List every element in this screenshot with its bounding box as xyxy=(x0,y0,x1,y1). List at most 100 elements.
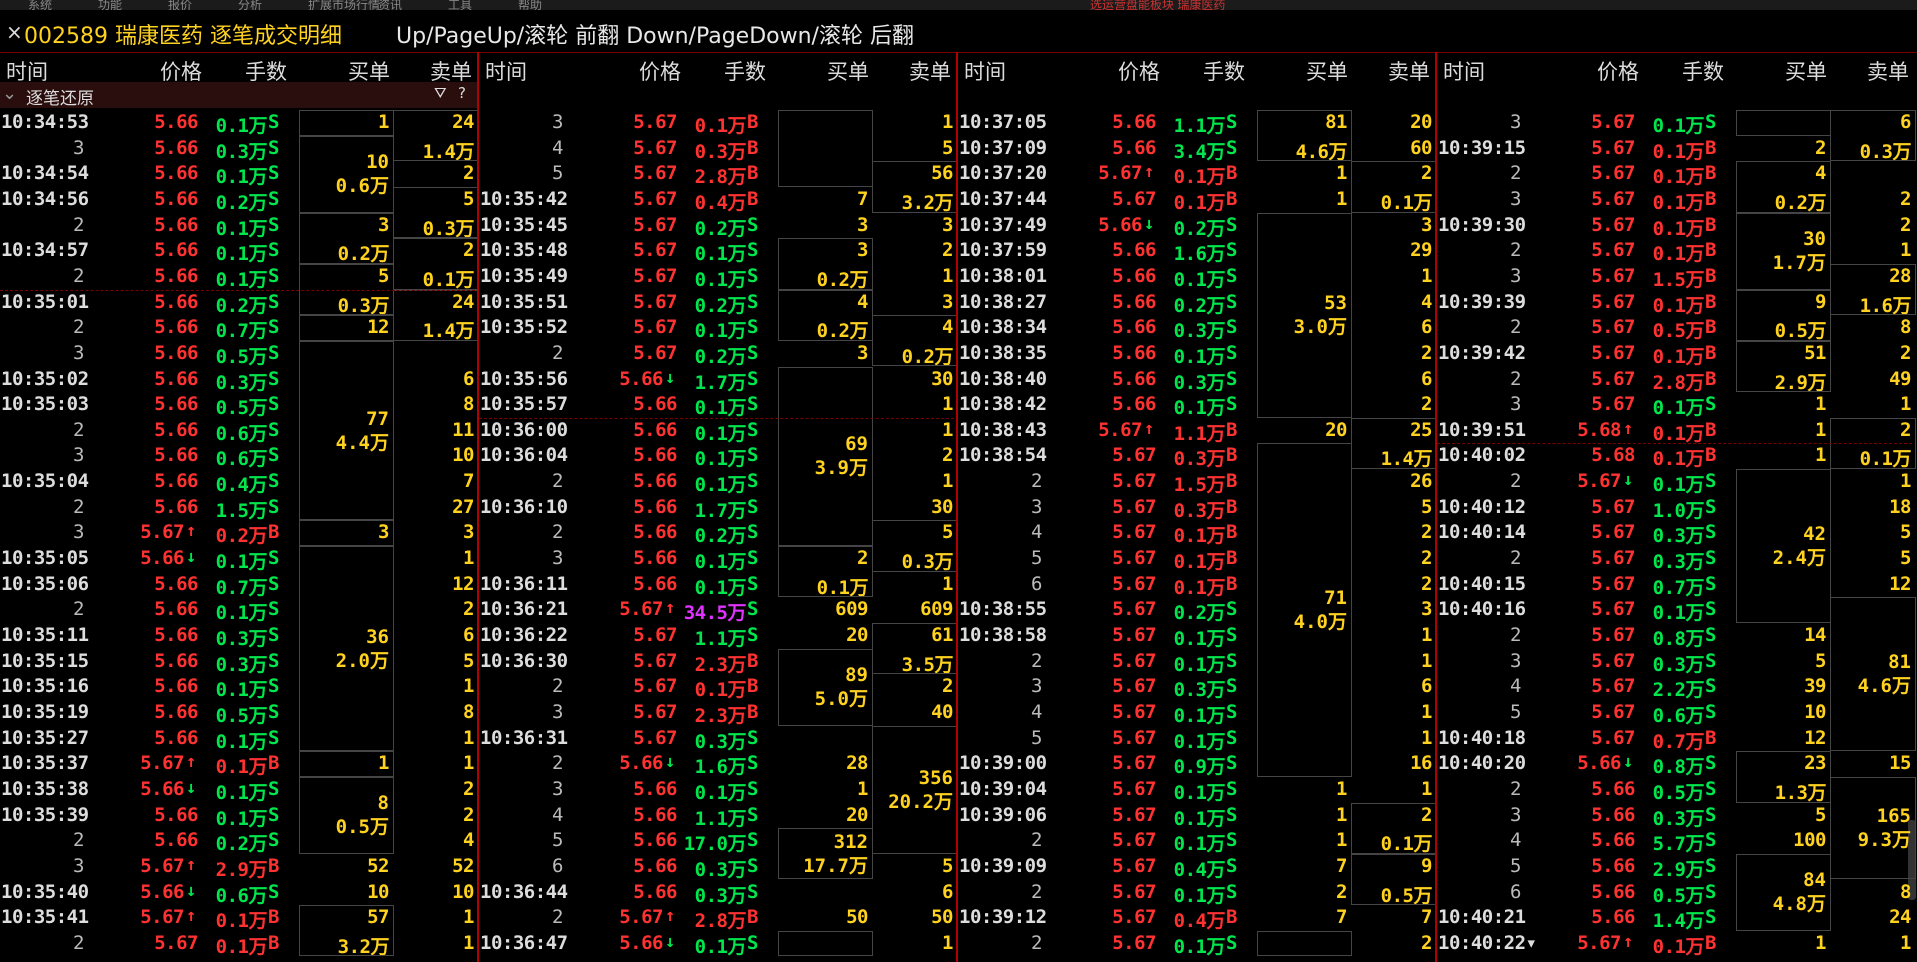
trade-row[interactable]: 5 5.67 0.1万 S 1 xyxy=(958,726,1437,753)
column-header-time[interactable]: 时间 xyxy=(6,56,48,86)
trade-row[interactable]: 6 5.67 0.1万 B 2 xyxy=(958,572,1437,599)
trade-row[interactable]: 10:35:06 5.66 0.7万 S 12 xyxy=(0,572,479,599)
menu-item[interactable]: 功能 xyxy=(98,0,122,10)
column-header-volume[interactable]: 手数 xyxy=(724,56,766,86)
column-header-buy-order[interactable]: 买单 xyxy=(348,56,390,86)
trade-row[interactable]: 10:38:40 5.66 0.3万 S 6 xyxy=(958,367,1437,394)
trade-row[interactable]: 10:35:04 5.66 0.4万 S 7 xyxy=(0,469,479,496)
collapse-chevron-icon[interactable]: ⌄ xyxy=(2,83,17,104)
menu-item[interactable]: 系统 xyxy=(28,0,52,10)
trade-row[interactable]: 2 5.67 0.1万 B 1 xyxy=(1437,238,1916,265)
trade-row[interactable]: 10:36:10 5.66 1.7万 S 30 xyxy=(479,495,958,522)
trade-row[interactable]: 2 5.67 0.1万 B 3.2万 1 xyxy=(0,931,479,958)
trade-row[interactable]: 10:35:39 5.66 0.1万 S 2 xyxy=(0,803,479,830)
trade-row[interactable]: 3 5.67 0.3万 B 5 xyxy=(958,495,1437,522)
trade-row[interactable]: 3 5.67 2.3万 B 40 xyxy=(479,700,958,727)
trade-row[interactable]: 2 5.67 0.1万 S 2 xyxy=(958,931,1437,958)
menu-item[interactable]: 报价 xyxy=(168,0,192,10)
trade-row[interactable]: 2 5.67 0.1万 S 1 ↓ xyxy=(1437,469,1916,496)
menu-item[interactable]: 工具 xyxy=(448,0,472,10)
trade-row[interactable]: 10:38:27 5.66 0.2万 S 4 xyxy=(958,290,1437,317)
trade-row[interactable]: 10:38:01 5.66 0.1万 S 1 xyxy=(958,264,1437,291)
close-button[interactable]: × xyxy=(6,20,23,44)
trade-row[interactable]: 2 5.67 1.5万 B 26 xyxy=(958,469,1437,496)
trade-row[interactable]: 10:38:58 5.67 0.1万 S 1 xyxy=(958,623,1437,650)
trade-row[interactable]: 3 5.67 0.1万 B 0.2万 2 xyxy=(1437,187,1916,214)
trade-row[interactable]: 10:35:49 5.67 0.1万 S 0.2万 1 xyxy=(479,264,958,291)
column-header-time[interactable]: 时间 xyxy=(964,56,1006,86)
trade-row[interactable]: 10:35:16 5.66 0.1万 S 1 xyxy=(0,674,479,701)
trade-row[interactable]: 10:38:34 5.66 0.3万 S 6 xyxy=(958,315,1437,342)
trade-row[interactable]: 10:36:44 5.66 0.3万 S 6 xyxy=(479,880,958,907)
trade-row[interactable]: 10:40:20 5.66 0.8万 S 23 15 ↓ xyxy=(1437,751,1916,778)
trade-row[interactable]: 10:34:54 5.66 0.1万 S 2 xyxy=(0,161,479,188)
trade-row[interactable]: 2 5.66 0.6万 S 11 xyxy=(0,418,479,445)
trade-row[interactable]: 10:35:02 5.66 0.3万 S 6 xyxy=(0,367,479,394)
trade-row[interactable]: 10:37:49 5.66 0.2万 S 3 ↓ xyxy=(958,213,1437,240)
trade-row[interactable]: 10:37:05 5.66 1.1万 S 81 20 xyxy=(958,110,1437,137)
trade-row[interactable]: 3 5.67 0.3万 S 6 xyxy=(958,674,1437,701)
trade-row[interactable]: 10:36:00 5.66 0.1万 S 1 xyxy=(479,418,958,445)
trade-row[interactable]: 10:35:48 5.67 0.1万 S 3 2 xyxy=(479,238,958,265)
trade-row[interactable]: 2 5.67 0.1万 S 1 xyxy=(958,649,1437,676)
column-header-sell-order[interactable]: 卖单 xyxy=(430,56,472,86)
trade-row[interactable]: 10:35:15 5.66 0.3万 S 5 xyxy=(0,649,479,676)
column-header-price[interactable]: 价格 xyxy=(1597,56,1639,86)
trade-row[interactable]: 10:35:27 5.66 0.1万 S 1 xyxy=(0,726,479,753)
column-header-buy-order[interactable]: 买单 xyxy=(1785,56,1827,86)
trade-row[interactable]: 10:39:30 5.67 0.1万 B 2 xyxy=(1437,213,1916,240)
column-header-sell-order[interactable]: 卖单 xyxy=(1388,56,1430,86)
column-header-price[interactable]: 价格 xyxy=(160,56,202,86)
trade-row[interactable]: 3 5.66 0.6万 S 10 xyxy=(0,443,479,470)
trade-row[interactable]: 2 5.67 0.1万 B 2 xyxy=(479,674,958,701)
trade-row[interactable]: 10:35:57 5.66 0.1万 S 1 xyxy=(479,392,958,419)
trade-row[interactable]: 10:38:35 5.66 0.1万 S 2 xyxy=(958,341,1437,368)
trade-row[interactable]: 3 5.67 0.1万 B 1 xyxy=(479,110,958,137)
column-header-price[interactable]: 价格 xyxy=(1118,56,1160,86)
column-header-volume[interactable]: 手数 xyxy=(245,56,287,86)
menu-item[interactable]: 扩展市场行情 xyxy=(308,0,380,10)
trade-row[interactable]: 3 5.67 2.9万 B 52 52 ↑ xyxy=(0,854,479,881)
trade-row[interactable]: 3 5.67 0.2万 B 3 3 ↑ xyxy=(0,520,479,547)
trade-row[interactable]: 2 5.67 0.3万 S 5 xyxy=(1437,546,1916,573)
column-header-time[interactable]: 时间 xyxy=(1443,56,1485,86)
trade-row[interactable]: 4 5.67 0.3万 B 5 xyxy=(479,136,958,163)
column-header-volume[interactable]: 手数 xyxy=(1203,56,1245,86)
trade-row[interactable]: 10:36:11 5.66 0.1万 S 0.1万 1 xyxy=(479,572,958,599)
trade-row[interactable]: 10:40:14 5.67 0.3万 S 5 xyxy=(1437,520,1916,547)
trade-row[interactable]: 4 5.67 0.1万 S 1 xyxy=(958,700,1437,727)
filter-funnel-icon[interactable]: ⛛ xyxy=(434,84,447,102)
trade-row[interactable]: 10:40:22▾ 5.67 0.1万 B 1 1 ↑ xyxy=(1437,931,1916,958)
trade-row[interactable]: 2 5.67 2.8万 B 50 50 ↑ xyxy=(479,905,958,932)
trade-row[interactable]: 10:35:11 5.66 0.3万 S 6 xyxy=(0,623,479,650)
column-header-sell-order[interactable]: 卖单 xyxy=(909,56,951,86)
trade-row[interactable]: 10:40:12 5.67 1.0万 S 18 xyxy=(1437,495,1916,522)
trade-row[interactable]: 10:35:40 5.66 0.6万 S 10 10 ↓ xyxy=(0,880,479,907)
trade-row[interactable]: 10:39:42 5.67 0.1万 B 51 2 xyxy=(1437,341,1916,368)
trade-row[interactable]: 10:38:42 5.66 0.1万 S 2 xyxy=(958,392,1437,419)
trade-row[interactable]: 3 5.66 0.5万 S xyxy=(0,341,479,368)
trade-row[interactable]: 10:35:19 5.66 0.5万 S 8 xyxy=(0,700,479,727)
trade-row[interactable]: 10:39:00 5.67 0.9万 S 16 xyxy=(958,751,1437,778)
menu-item[interactable]: 帮助 xyxy=(518,0,542,10)
trade-row[interactable]: 10:40:15 5.67 0.7万 S 12 xyxy=(1437,572,1916,599)
trade-row[interactable]: 2 5.67 0.1万 B 4 xyxy=(1437,161,1916,188)
trade-row[interactable]: 5 5.67 0.1万 B 2 xyxy=(958,546,1437,573)
trade-row[interactable]: 10:35:03 5.66 0.5万 S 8 xyxy=(0,392,479,419)
column-header-price[interactable]: 价格 xyxy=(639,56,681,86)
trade-row[interactable]: 2 5.66 0.1万 S 1 xyxy=(479,469,958,496)
column-header-volume[interactable]: 手数 xyxy=(1682,56,1724,86)
trade-row[interactable]: 2 5.67 2.8万 B 2.9万 49 xyxy=(1437,367,1916,394)
column-header-sell-order[interactable]: 卖单 xyxy=(1867,56,1909,86)
trade-row[interactable]: 10:36:21 5.67 34.5万 S 609 609 ↑ xyxy=(479,597,958,624)
trade-row[interactable]: 10:35:51 5.67 0.2万 S 4 3 xyxy=(479,290,958,317)
trade-row[interactable]: 10:37:09 5.66 3.4万 S 4.6万 60 xyxy=(958,136,1437,163)
restore-label[interactable]: 逐笔还原 xyxy=(26,84,94,109)
trade-row[interactable]: 10:35:56 5.66 1.7万 S 30 ↓ xyxy=(479,367,958,394)
trade-row[interactable]: 10:35:37 5.67 0.1万 B 1 1 ↑ xyxy=(0,751,479,778)
trade-row[interactable]: 10:35:41 5.67 0.1万 B 57 1 ↑ xyxy=(0,905,479,932)
menu-item[interactable]: 分析 xyxy=(238,0,262,10)
help-icon[interactable]: ? xyxy=(458,84,466,102)
trade-row[interactable]: 10:39:12 5.67 0.4万 B 7 7 xyxy=(958,905,1437,932)
trade-row[interactable]: 10:35:38 5.66 0.1万 S 2 ↓ xyxy=(0,777,479,804)
